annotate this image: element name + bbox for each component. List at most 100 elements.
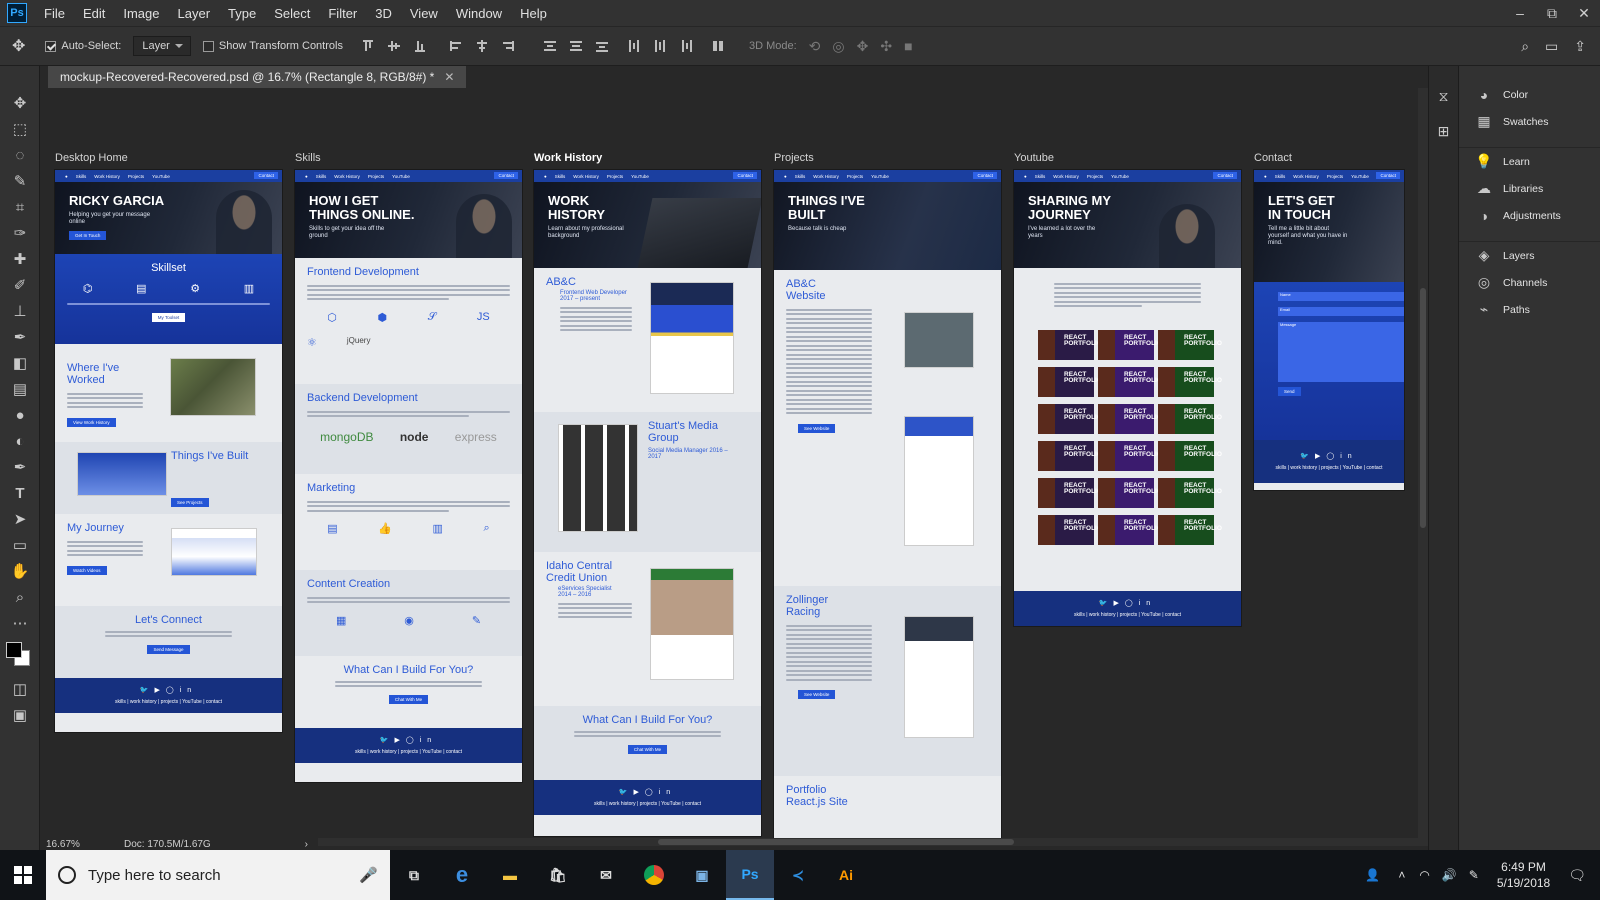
pen-tool-icon[interactable]: ✒ xyxy=(0,454,40,480)
photoshop-logo-icon[interactable]: Ps xyxy=(7,3,27,23)
3d-camera-icon[interactable]: ■ xyxy=(904,38,912,54)
menu-select[interactable]: Select xyxy=(265,6,319,21)
quick-select-tool-icon[interactable]: ✎ xyxy=(0,168,40,194)
3d-pan-icon[interactable]: ✥ xyxy=(857,38,869,55)
panel-paths[interactable]: ⌁ Paths xyxy=(1459,296,1600,323)
photoshop-taskbar-icon[interactable]: Ps xyxy=(726,850,774,900)
align-vcenter-icon[interactable] xyxy=(387,39,401,53)
artboard-skills[interactable]: ● Skills Work History Projects YouTube Contac… xyxy=(295,170,522,782)
document-tab[interactable]: mockup-Recovered-Recovered.psd @ 16.7% (… xyxy=(48,66,467,88)
artboard-youtube[interactable]: ● Skills Work History Projects YouTube Contac… xyxy=(1014,170,1241,626)
close-button[interactable]: ✕ xyxy=(1568,5,1600,22)
panel-swatches[interactable]: ▦ Swatches xyxy=(1459,108,1600,135)
lasso-tool-icon[interactable]: ◌ xyxy=(0,142,40,168)
panel-layers[interactable]: ◈ Layers xyxy=(1459,242,1600,269)
start-button[interactable] xyxy=(0,850,46,900)
move-tool-icon[interactable]: ✥ xyxy=(0,90,40,116)
artboard-contact[interactable]: ● Skills Work History Projects YouTube Contac… xyxy=(1254,170,1404,490)
more-tools-icon[interactable]: ⋯ xyxy=(0,610,40,636)
align-bottom-icon[interactable] xyxy=(413,39,427,53)
auto-select-checkbox[interactable]: Auto-Select: xyxy=(45,40,121,52)
move-tool-preset-icon[interactable]: ✥ xyxy=(12,36,25,56)
path-select-tool-icon[interactable]: ➤ xyxy=(0,506,40,532)
artboard-label-projects[interactable]: Projects xyxy=(774,152,814,164)
search-icon[interactable]: ⌕ xyxy=(1521,38,1529,55)
properties-panel-icon[interactable]: ⊞ xyxy=(1429,123,1458,140)
artboard-home[interactable]: ● Skills Work History Projects YouTube Contac… xyxy=(55,170,282,732)
menu-filter[interactable]: Filter xyxy=(319,6,366,21)
restore-button[interactable]: ⧉ xyxy=(1536,5,1568,22)
history-brush-tool-icon[interactable]: ✒ xyxy=(0,324,40,350)
zoom-tool-icon[interactable]: ⌕ xyxy=(0,584,40,610)
minimize-button[interactable]: – xyxy=(1504,5,1536,22)
canvas[interactable]: Desktop Home ● Skills Work History Projects… xyxy=(40,88,1418,846)
eyedropper-tool-icon[interactable]: ✑ xyxy=(0,220,40,246)
artboard-work-history[interactable]: ● Skills Work History Projects YouTube Contac… xyxy=(534,170,761,836)
artboard-label-home[interactable]: Desktop Home xyxy=(55,152,128,164)
3d-orbit-icon[interactable]: ⟲ xyxy=(809,38,821,55)
edge-icon[interactable]: e xyxy=(438,850,486,900)
close-tab-icon[interactable]: ✕ xyxy=(444,70,454,84)
wifi-icon[interactable]: ◠ xyxy=(1419,868,1429,882)
stamp-tool-icon[interactable]: ⊥ xyxy=(0,298,40,324)
show-transform-checkbox[interactable]: Show Transform Controls xyxy=(202,40,343,52)
distribute-top-icon[interactable] xyxy=(543,39,557,53)
artboard-label-youtube[interactable]: Youtube xyxy=(1014,152,1054,164)
gradient-tool-icon[interactable]: ▤ xyxy=(0,376,40,402)
brush-tool-icon[interactable]: ✐ xyxy=(0,272,40,298)
menu-file[interactable]: File xyxy=(35,6,74,21)
artboard-label-contact[interactable]: Contact xyxy=(1254,152,1292,164)
taskbar-search[interactable]: Type here to search 🎤 xyxy=(46,850,390,900)
healing-tool-icon[interactable]: ✚ xyxy=(0,246,40,272)
chevron-up-icon[interactable]: ˄ xyxy=(1398,868,1405,882)
3d-slide-icon[interactable]: ✣ xyxy=(880,38,892,55)
menu-3d[interactable]: 3D xyxy=(366,6,401,21)
history-panel-icon[interactable]: ⧖ xyxy=(1429,88,1458,105)
distribute-hcenter-icon[interactable] xyxy=(653,39,667,53)
store-icon[interactable]: 🛍 xyxy=(534,850,582,900)
eraser-tool-icon[interactable]: ◧ xyxy=(0,350,40,376)
task-view-icon[interactable]: ⧉ xyxy=(390,850,438,900)
menu-edit[interactable]: Edit xyxy=(74,6,114,21)
file-explorer-icon[interactable]: ▬ xyxy=(486,850,534,900)
align-top-icon[interactable] xyxy=(361,39,375,53)
quick-mask-icon[interactable]: ◫ xyxy=(0,676,40,702)
workspace-icon[interactable]: ▭ xyxy=(1545,38,1558,55)
vertical-scrollbar[interactable] xyxy=(1418,88,1428,846)
vscode-icon[interactable]: ≺ xyxy=(774,850,822,900)
distribute-bottom-icon[interactable] xyxy=(595,39,609,53)
panel-libraries[interactable]: ☁ Libraries xyxy=(1459,175,1600,202)
auto-align-icon[interactable] xyxy=(711,39,725,53)
people-icon[interactable]: 👤 xyxy=(1365,868,1380,882)
artboard-label-work[interactable]: Work History xyxy=(534,152,602,164)
align-right-icon[interactable] xyxy=(501,39,515,53)
menu-type[interactable]: Type xyxy=(219,6,265,21)
panel-adjustments[interactable]: ◑ Adjustments xyxy=(1459,202,1600,229)
status-menu-arrow[interactable]: › xyxy=(305,839,318,850)
panel-channels[interactable]: ◎ Channels xyxy=(1459,269,1600,296)
artboard-label-skills[interactable]: Skills xyxy=(295,152,321,164)
type-tool-icon[interactable]: T xyxy=(0,480,40,506)
zoom-level[interactable]: 16.67% xyxy=(40,839,104,850)
blur-tool-icon[interactable]: ● xyxy=(0,402,40,428)
3d-roll-icon[interactable]: ◎ xyxy=(832,38,844,55)
menu-view[interactable]: View xyxy=(401,6,447,21)
illustrator-icon[interactable]: Ai xyxy=(822,850,870,900)
marquee-tool-icon[interactable]: ⬚ xyxy=(0,116,40,142)
foreground-color-swatch[interactable] xyxy=(6,642,22,658)
menu-image[interactable]: Image xyxy=(114,6,168,21)
hand-tool-icon[interactable]: ✋ xyxy=(0,558,40,584)
distribute-left-icon[interactable] xyxy=(627,39,641,53)
color-swatches[interactable] xyxy=(0,636,39,676)
auto-select-target-dropdown[interactable]: Layer xyxy=(133,36,191,56)
chrome-icon[interactable] xyxy=(630,850,678,900)
volume-icon[interactable]: 🔊 xyxy=(1442,868,1457,882)
dodge-tool-icon[interactable]: ◐ xyxy=(0,428,40,454)
horizontal-scrollbar[interactable] xyxy=(318,838,1418,846)
menu-window[interactable]: Window xyxy=(447,6,511,21)
mail-icon[interactable]: ✉ xyxy=(582,850,630,900)
pen-icon[interactable]: ✎ xyxy=(1469,868,1479,882)
menu-layer[interactable]: Layer xyxy=(169,6,220,21)
align-left-icon[interactable] xyxy=(449,39,463,53)
panel-learn[interactable]: 💡 Learn xyxy=(1459,148,1600,175)
